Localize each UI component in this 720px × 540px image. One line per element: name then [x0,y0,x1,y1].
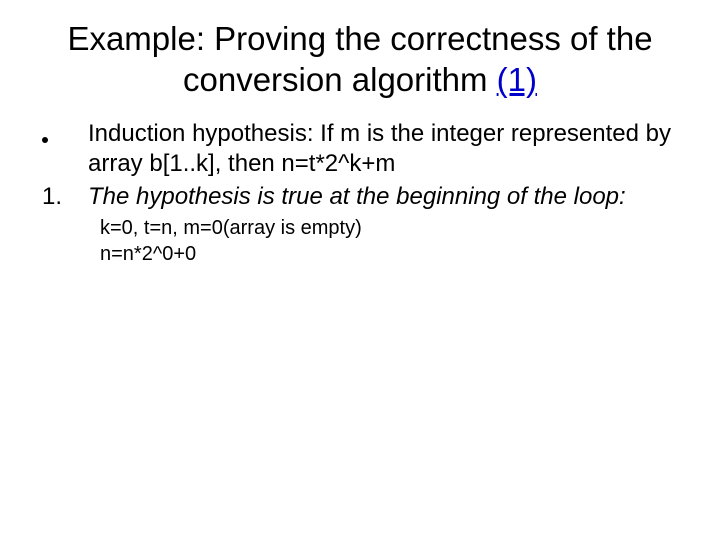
bullet-marker [30,119,88,180]
bullet-step1: 1. The hypothesis is true at the beginni… [30,182,690,213]
slide-body: Induction hypothesis: If m is the intege… [30,119,690,267]
sub-line-2: n=n*2^0+0 [100,241,690,267]
sub-line-1: k=0, t=n, m=0(array is empty) [100,215,690,241]
step1-text: The hypothesis is true at the beginning … [88,182,690,213]
bullet-hypothesis: Induction hypothesis: If m is the intege… [30,119,690,180]
step1-marker: 1. [30,182,88,213]
slide: Example: Proving the correctness of the … [0,0,720,540]
slide-title: Example: Proving the correctness of the … [50,18,670,101]
title-accent: (1) [497,61,537,98]
title-main: Example: Proving the correctness of the … [67,20,652,98]
bullet-dot-icon [42,137,48,143]
bullet-hypothesis-text: Induction hypothesis: If m is the intege… [88,119,690,180]
